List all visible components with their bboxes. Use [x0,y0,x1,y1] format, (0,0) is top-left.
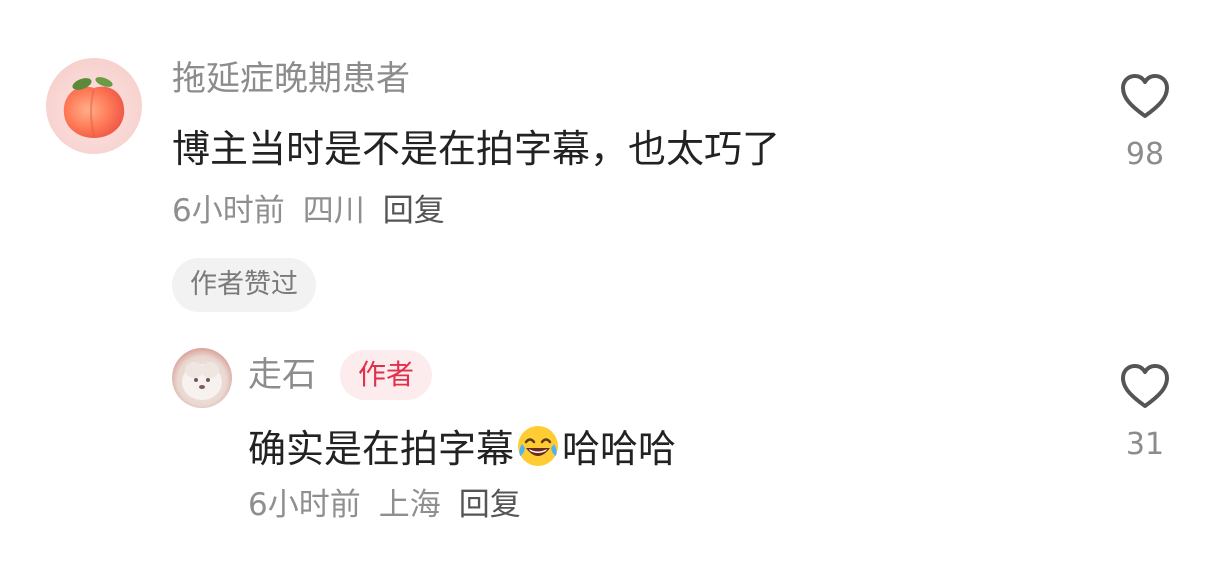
white-dog-avatar-icon [182,362,222,400]
comment-time: 6小时前 [172,193,285,229]
comment-username[interactable]: 拖延症晚期患者 [172,62,410,96]
comment-text: 博主当时是不是在拍字幕，也太巧了 [172,127,781,171]
heart-icon [1121,74,1169,118]
reply-username[interactable]: 走石 [248,358,316,392]
like-button[interactable] [1119,72,1171,124]
peach-avatar-icon [63,77,125,138]
author-liked-badge: 作者赞过 [172,258,316,312]
reply-user-avatar[interactable] [172,348,232,408]
reply-text-before: 确实是在拍字幕 [248,427,515,471]
reply-reply-button[interactable]: 回复 [459,487,521,523]
reply-time: 6小时前 [248,487,361,523]
reply-like-count: 31 [1125,427,1165,462]
comment-meta: 6小时前 四川 回复 [172,196,463,227]
comment-location: 四川 [302,193,365,229]
reply-meta: 6小时前 上海 回复 [248,490,539,521]
reply-like-button[interactable] [1119,362,1171,414]
heart-icon [1121,364,1169,408]
reply-text: 确实是在拍字幕 哈哈哈 [248,424,676,468]
author-badge: 作者 [340,350,433,400]
laughing-tears-emoji-icon [518,426,559,466]
like-count: 98 [1125,137,1165,172]
reply-text-after: 哈哈哈 [562,427,677,471]
reply-location: 上海 [378,487,441,523]
reply-button[interactable]: 回复 [383,193,445,229]
user-avatar[interactable] [46,58,142,154]
